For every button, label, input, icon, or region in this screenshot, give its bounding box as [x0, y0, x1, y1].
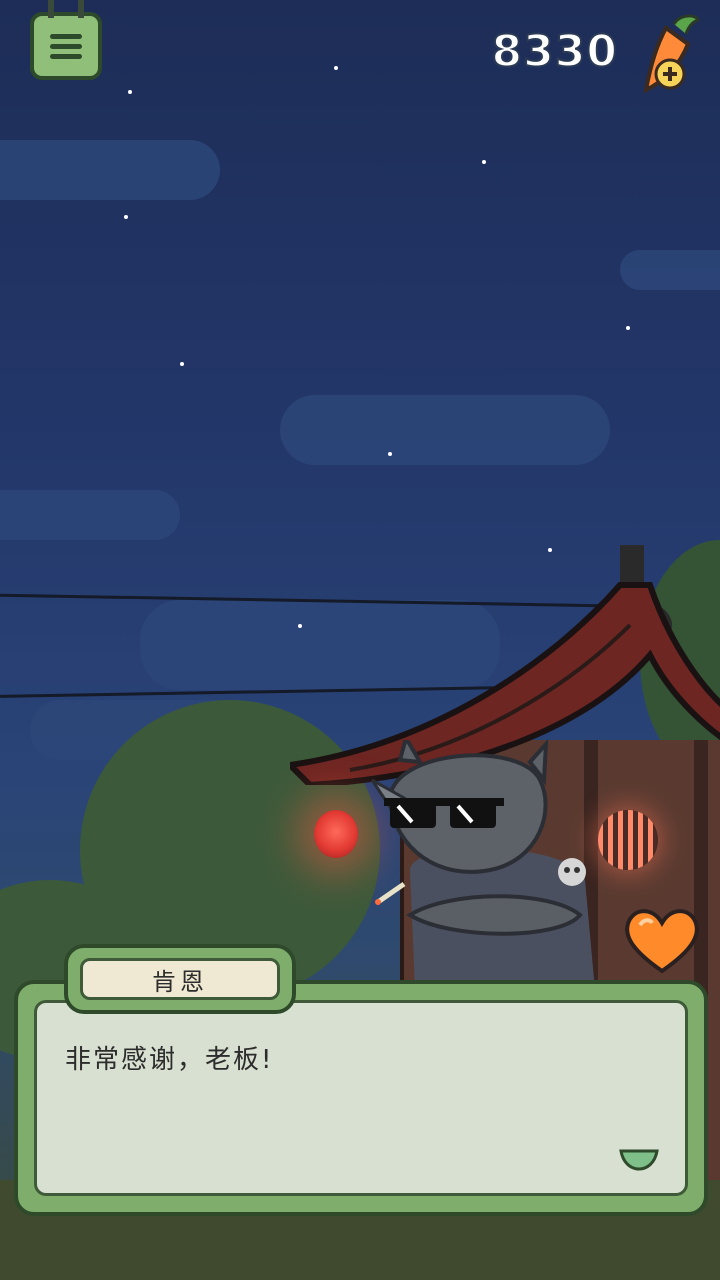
- red-lantern: [314, 810, 358, 858]
- cloud: [280, 395, 610, 465]
- menu-list-icon: [50, 29, 82, 64]
- menu-hanger: [48, 0, 54, 18]
- star: [180, 362, 184, 366]
- speaker-name-tag: 肯恩: [64, 944, 296, 1014]
- carrot-plus-icon[interactable]: [636, 14, 706, 94]
- game-scene: 8330 非常感谢，老板! 肯恩: [0, 0, 720, 1280]
- star: [388, 452, 392, 456]
- star: [124, 215, 128, 219]
- star: [334, 66, 338, 70]
- rhino-character[interactable]: [370, 740, 610, 990]
- dialog-box[interactable]: 非常感谢，老板!: [14, 980, 708, 1216]
- cloud: [620, 250, 720, 290]
- speaker-name: 肯恩: [80, 958, 280, 1000]
- dialog-message: 非常感谢，老板!: [65, 1045, 274, 1075]
- menu-hanger: [78, 0, 84, 18]
- chevron-down-icon[interactable]: [619, 1147, 659, 1173]
- dialog-panel: 非常感谢，老板!: [34, 1000, 688, 1196]
- carrot-count: 8330: [491, 25, 618, 78]
- heart-icon: [625, 909, 699, 974]
- star: [626, 326, 630, 330]
- star: [482, 160, 486, 164]
- star: [128, 90, 132, 94]
- menu-button[interactable]: [30, 0, 102, 80]
- cloud: [0, 140, 220, 200]
- cloud: [0, 490, 180, 540]
